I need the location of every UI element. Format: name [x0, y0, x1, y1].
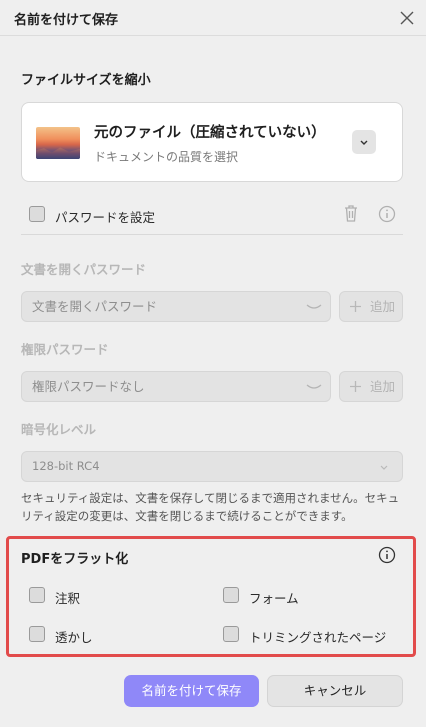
set-password-label: パスワードを設定 [55, 210, 156, 225]
add-permission-password-button[interactable]: 追加 [339, 371, 403, 402]
file-thumbnail [36, 127, 80, 159]
dialog-title: 名前を付けて保存 [14, 13, 119, 28]
permission-password-input[interactable]: 権限パスワードなし [21, 371, 331, 402]
close-icon[interactable] [398, 9, 416, 27]
dialog-titlebar: 名前を付けて保存 [0, 0, 426, 36]
flatten-forms-label: フォーム [249, 591, 299, 606]
compression-option-title: 元のファイル（圧縮されていない） [94, 125, 326, 141]
cancel-button[interactable]: キャンセル [267, 675, 403, 707]
eye-closed-icon[interactable] [306, 301, 322, 313]
flatten-watermark-label: 透かし [55, 630, 93, 645]
permission-password-placeholder: 権限パスワードなし [32, 379, 145, 394]
flatten-heading: PDFをフラット化 [21, 552, 129, 567]
trash-icon[interactable] [342, 203, 360, 223]
save-as-button[interactable]: 名前を付けて保存 [124, 675, 259, 707]
open-password-placeholder: 文書を開くパスワード [32, 299, 158, 314]
compression-dropdown-button[interactable] [352, 130, 376, 154]
add-open-password-button[interactable]: 追加 [339, 291, 403, 322]
flatten-cropped-pages-label: トリミングされたページ [249, 630, 387, 645]
compression-selector[interactable]: 元のファイル（圧縮されていない） ドキュメントの品質を選択 [21, 102, 403, 182]
encryption-level-label: 暗号化レベル [21, 422, 97, 437]
eye-closed-icon[interactable] [306, 381, 322, 393]
add-open-password-label: 追加 [370, 299, 396, 314]
compression-option-subtitle: ドキュメントの品質を選択 [94, 150, 239, 164]
chevron-down-icon [360, 140, 368, 145]
divider [21, 234, 403, 235]
flatten-cropped-pages-checkbox[interactable] [223, 626, 239, 642]
add-permission-password-label: 追加 [370, 379, 396, 394]
plus-icon [350, 301, 361, 312]
flatten-annotations-checkbox[interactable] [29, 587, 45, 603]
flatten-watermark-checkbox[interactable] [29, 626, 45, 642]
chevron-down-icon [380, 465, 388, 470]
open-password-input[interactable]: 文書を開くパスワード [21, 291, 331, 322]
compress-heading: ファイルサイズを縮小 [21, 73, 151, 88]
flatten-annotations-label: 注釈 [55, 591, 81, 606]
encryption-level-value: 128-bit RC4 [32, 459, 100, 473]
flatten-forms-checkbox[interactable] [223, 587, 239, 603]
plus-icon [350, 381, 361, 392]
encryption-level-select[interactable]: 128-bit RC4 [21, 451, 403, 482]
info-icon[interactable] [378, 205, 396, 223]
permission-password-label: 権限パスワード [21, 342, 109, 357]
info-icon[interactable] [378, 546, 396, 564]
open-password-label: 文書を開くパスワード [21, 262, 147, 277]
security-note: セキュリティ設定は、文書を保存して閉じるまで適用されません。セキュリティ設定の変… [21, 491, 400, 523]
set-password-checkbox[interactable] [29, 206, 45, 222]
